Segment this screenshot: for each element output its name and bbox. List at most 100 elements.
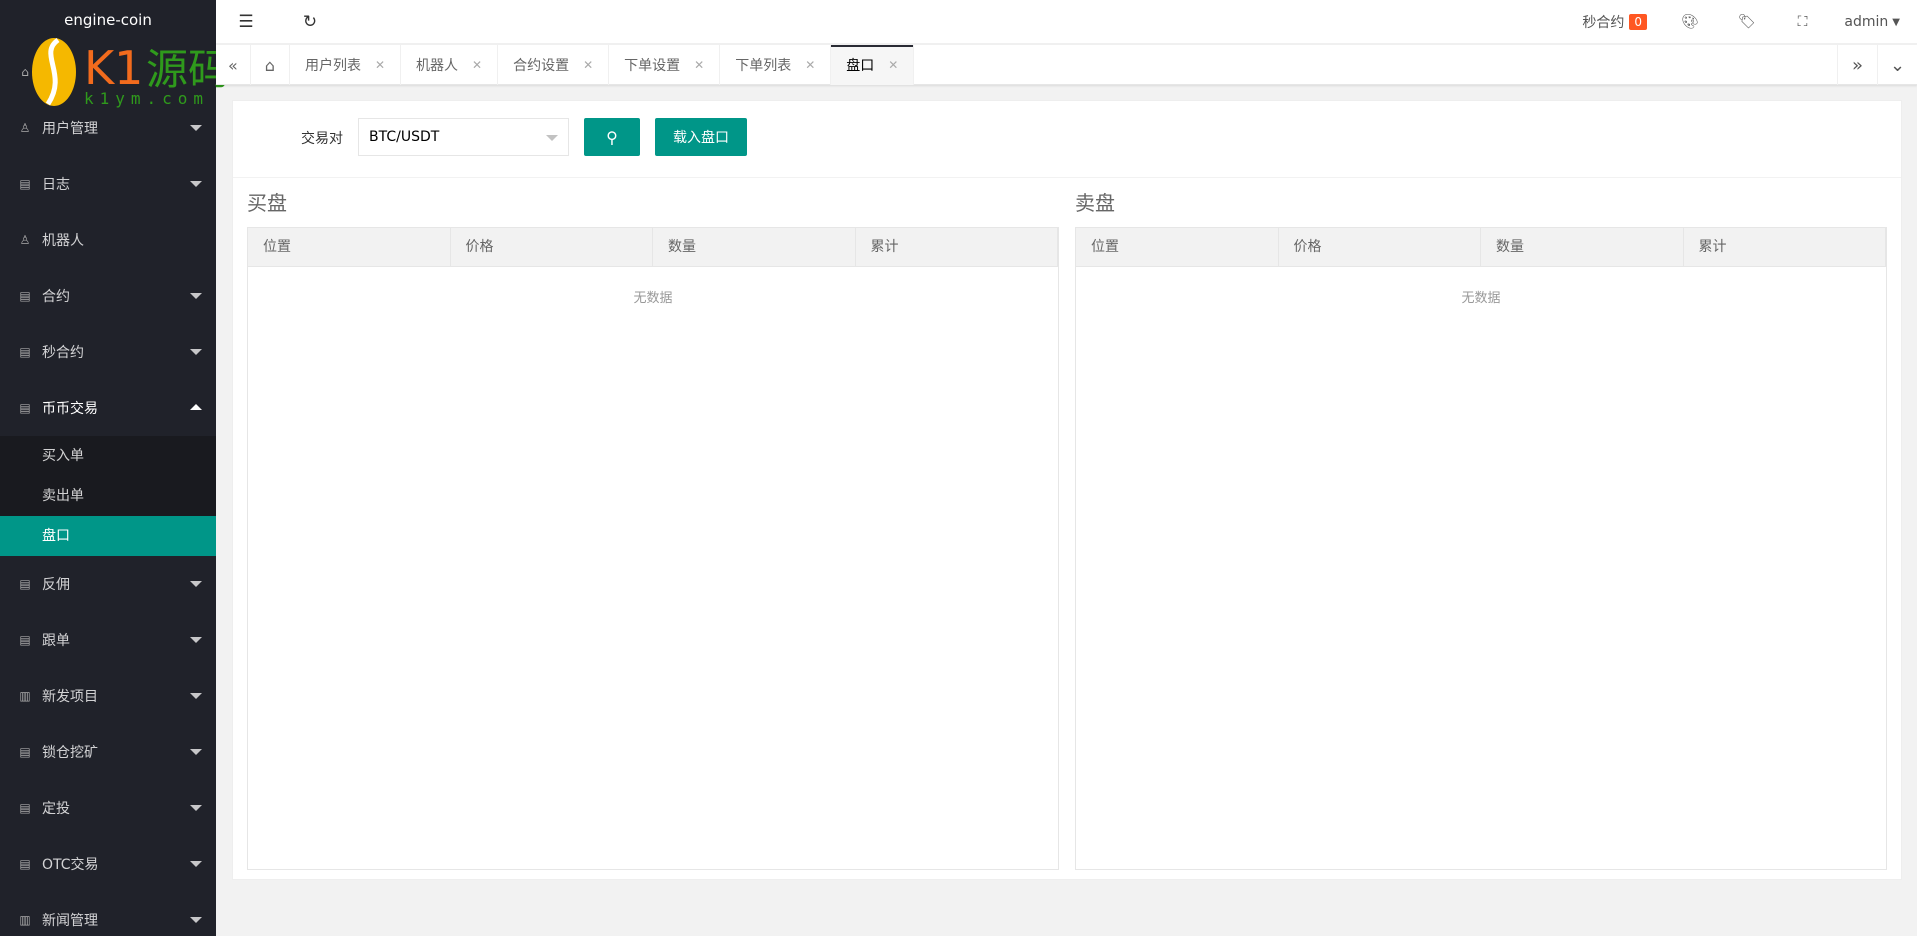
chevron-down-icon: [190, 349, 202, 355]
submenu-item-sell-orders[interactable]: 卖出单: [0, 476, 216, 516]
col-price[interactable]: 价格: [1279, 228, 1481, 266]
tab-label: 机器人: [416, 58, 459, 74]
tab-user-list[interactable]: 用户列表 ✕: [290, 45, 402, 85]
load-orderbook-button[interactable]: 载入盘口: [655, 118, 747, 156]
table-header: 位置 价格 数量 累计: [248, 228, 1058, 267]
user-menu[interactable]: admin ▼: [1827, 14, 1917, 30]
col-price[interactable]: 价格: [451, 228, 653, 266]
theme-palette-icon[interactable]: 🎨︎: [1664, 14, 1716, 30]
label: 新发项目: [42, 689, 98, 705]
sidebar-item-second-contract[interactable]: ▤ 秒合约: [0, 324, 216, 380]
sidebar-item-home[interactable]: ⌂ 首页: [0, 44, 216, 100]
label: 合约: [42, 289, 70, 305]
col-position[interactable]: 位置: [248, 228, 451, 266]
pair-label: 交易对: [301, 131, 343, 147]
sidebar: engine-coin ⌂ 首页 ♙ 用户管理 ▤ 日志 ♙ 机器人 ▤ 合约 ▤ 秒合约 …: [0, 0, 216, 936]
close-icon[interactable]: ✕: [694, 58, 704, 72]
tab-home-icon[interactable]: ⌂: [251, 45, 290, 85]
sidebar-item-news[interactable]: ▥ 新闻管理: [0, 892, 216, 936]
col-cumulative[interactable]: 累计: [1684, 228, 1886, 266]
label: 定投: [42, 801, 70, 817]
dropdown-arrow-icon: [546, 135, 558, 141]
chevron-down-icon: [190, 293, 202, 299]
col-position[interactable]: 位置: [1076, 228, 1279, 266]
submenu-item-buy-orders[interactable]: 买入单: [0, 436, 216, 476]
tab-order-list[interactable]: 下单列表 ✕: [720, 45, 832, 85]
sidebar-item-new-projects[interactable]: ▥ 新发项目: [0, 668, 216, 724]
top-header: ☰ ↻ 秒合约 0 🎨︎ 🏷︎ ⛶ admin ▼: [216, 0, 1917, 44]
label: 秒合约: [1582, 15, 1625, 31]
tab-contract-settings[interactable]: 合约设置 ✕: [498, 45, 610, 85]
chevron-down-icon: [190, 637, 202, 643]
tab-label: 下单设置: [624, 58, 681, 74]
username: admin: [1844, 14, 1889, 30]
tag-icon[interactable]: 🏷︎: [1716, 14, 1778, 30]
label: 锁仓挖矿: [42, 745, 98, 761]
submenu-item-orderbook[interactable]: 盘口: [0, 516, 216, 556]
chevron-down-icon: [190, 581, 202, 587]
label: OTC交易: [42, 857, 99, 873]
sidebar-item-copy-trade[interactable]: ▤ 跟单: [0, 612, 216, 668]
label: 首页: [42, 65, 70, 81]
refresh-icon[interactable]: ↻: [290, 0, 330, 44]
label: 用户管理: [42, 121, 98, 137]
sidebar-item-rebate[interactable]: ▤ 反佣: [0, 556, 216, 612]
sidebar-item-contract[interactable]: ▤ 合约: [0, 268, 216, 324]
count-badge: 0: [1629, 14, 1648, 30]
menu-collapse-icon[interactable]: ☰: [226, 0, 266, 44]
tab-label: 合约设置: [513, 58, 570, 74]
label: 新闻管理: [42, 913, 98, 929]
sidebar-item-fixed-invest[interactable]: ▤ 定投: [0, 780, 216, 836]
tabs-scroll-right-icon[interactable]: »: [1837, 45, 1877, 85]
file-icon: ▤: [19, 633, 31, 647]
filter-form: 交易对 BTC/USDT ⚲ 载入盘口: [233, 101, 1901, 178]
list-icon: ▥: [19, 913, 31, 927]
pair-select[interactable]: BTC/USDT: [358, 118, 569, 156]
close-icon[interactable]: ✕: [375, 58, 385, 72]
tabs-scroll-left-icon[interactable]: «: [216, 45, 251, 85]
search-button[interactable]: ⚲: [584, 118, 640, 156]
submenu: 买入单 卖出单 盘口: [0, 436, 216, 556]
tab-order-settings[interactable]: 下单设置 ✕: [609, 45, 721, 85]
sidebar-item-users[interactable]: ♙ 用户管理: [0, 100, 216, 156]
close-icon[interactable]: ✕: [888, 58, 898, 72]
sell-table: 位置 价格 数量 累计 无数据: [1075, 227, 1887, 870]
user-icon: ♙: [19, 233, 31, 247]
file-icon: ▤: [19, 577, 31, 591]
label: 机器人: [42, 233, 84, 249]
chevron-down-icon: [190, 805, 202, 811]
close-icon[interactable]: ✕: [472, 58, 482, 72]
sidebar-item-spot-trading[interactable]: ▤ 币币交易: [0, 380, 216, 436]
file-icon: ▤: [19, 345, 31, 359]
file-icon: ▤: [19, 289, 31, 303]
sidebar-item-log[interactable]: ▤ 日志: [0, 156, 216, 212]
buy-title: 买盘: [247, 191, 287, 215]
sell-title: 卖盘: [1075, 191, 1115, 215]
tab-label: 盘口: [846, 58, 875, 74]
file-icon: ▤: [19, 401, 31, 415]
table-header: 位置 价格 数量 累计: [1076, 228, 1886, 267]
tab-label: 下单列表: [735, 58, 792, 74]
chevron-down-icon: [190, 917, 202, 923]
sidebar-item-robot[interactable]: ♙ 机器人: [0, 212, 216, 268]
sidebar-item-otc[interactable]: ▤ OTC交易: [0, 836, 216, 892]
brand-logo[interactable]: engine-coin: [0, 0, 216, 44]
col-quantity[interactable]: 数量: [1481, 228, 1684, 266]
tab-bar: « ⌂ 用户列表 ✕ 机器人 ✕ 合约设置 ✕ 下单设置 ✕ 下单列表 ✕ 盘口 ✕ » ⌄: [216, 45, 1917, 85]
close-icon[interactable]: ✕: [583, 58, 593, 72]
chevron-down-icon: [190, 125, 202, 131]
col-cumulative[interactable]: 累计: [856, 228, 1058, 266]
file-icon: ▤: [19, 857, 31, 871]
second-contract-notice[interactable]: 秒合约 0: [1565, 12, 1664, 32]
close-icon[interactable]: ✕: [805, 58, 815, 72]
col-quantity[interactable]: 数量: [653, 228, 856, 266]
tabs-menu-chevron-icon[interactable]: ⌄: [1877, 45, 1917, 85]
pair-value: BTC/USDT: [369, 129, 440, 145]
file-icon: ▤: [19, 745, 31, 759]
tab-orderbook[interactable]: 盘口 ✕: [831, 45, 915, 85]
sidebar-item-lock-mining[interactable]: ▤ 锁仓挖矿: [0, 724, 216, 780]
fullscreen-icon[interactable]: ⛶: [1778, 14, 1828, 30]
chevron-down-icon: [190, 749, 202, 755]
chevron-down-icon: [190, 693, 202, 699]
tab-robot[interactable]: 机器人 ✕: [401, 45, 499, 85]
